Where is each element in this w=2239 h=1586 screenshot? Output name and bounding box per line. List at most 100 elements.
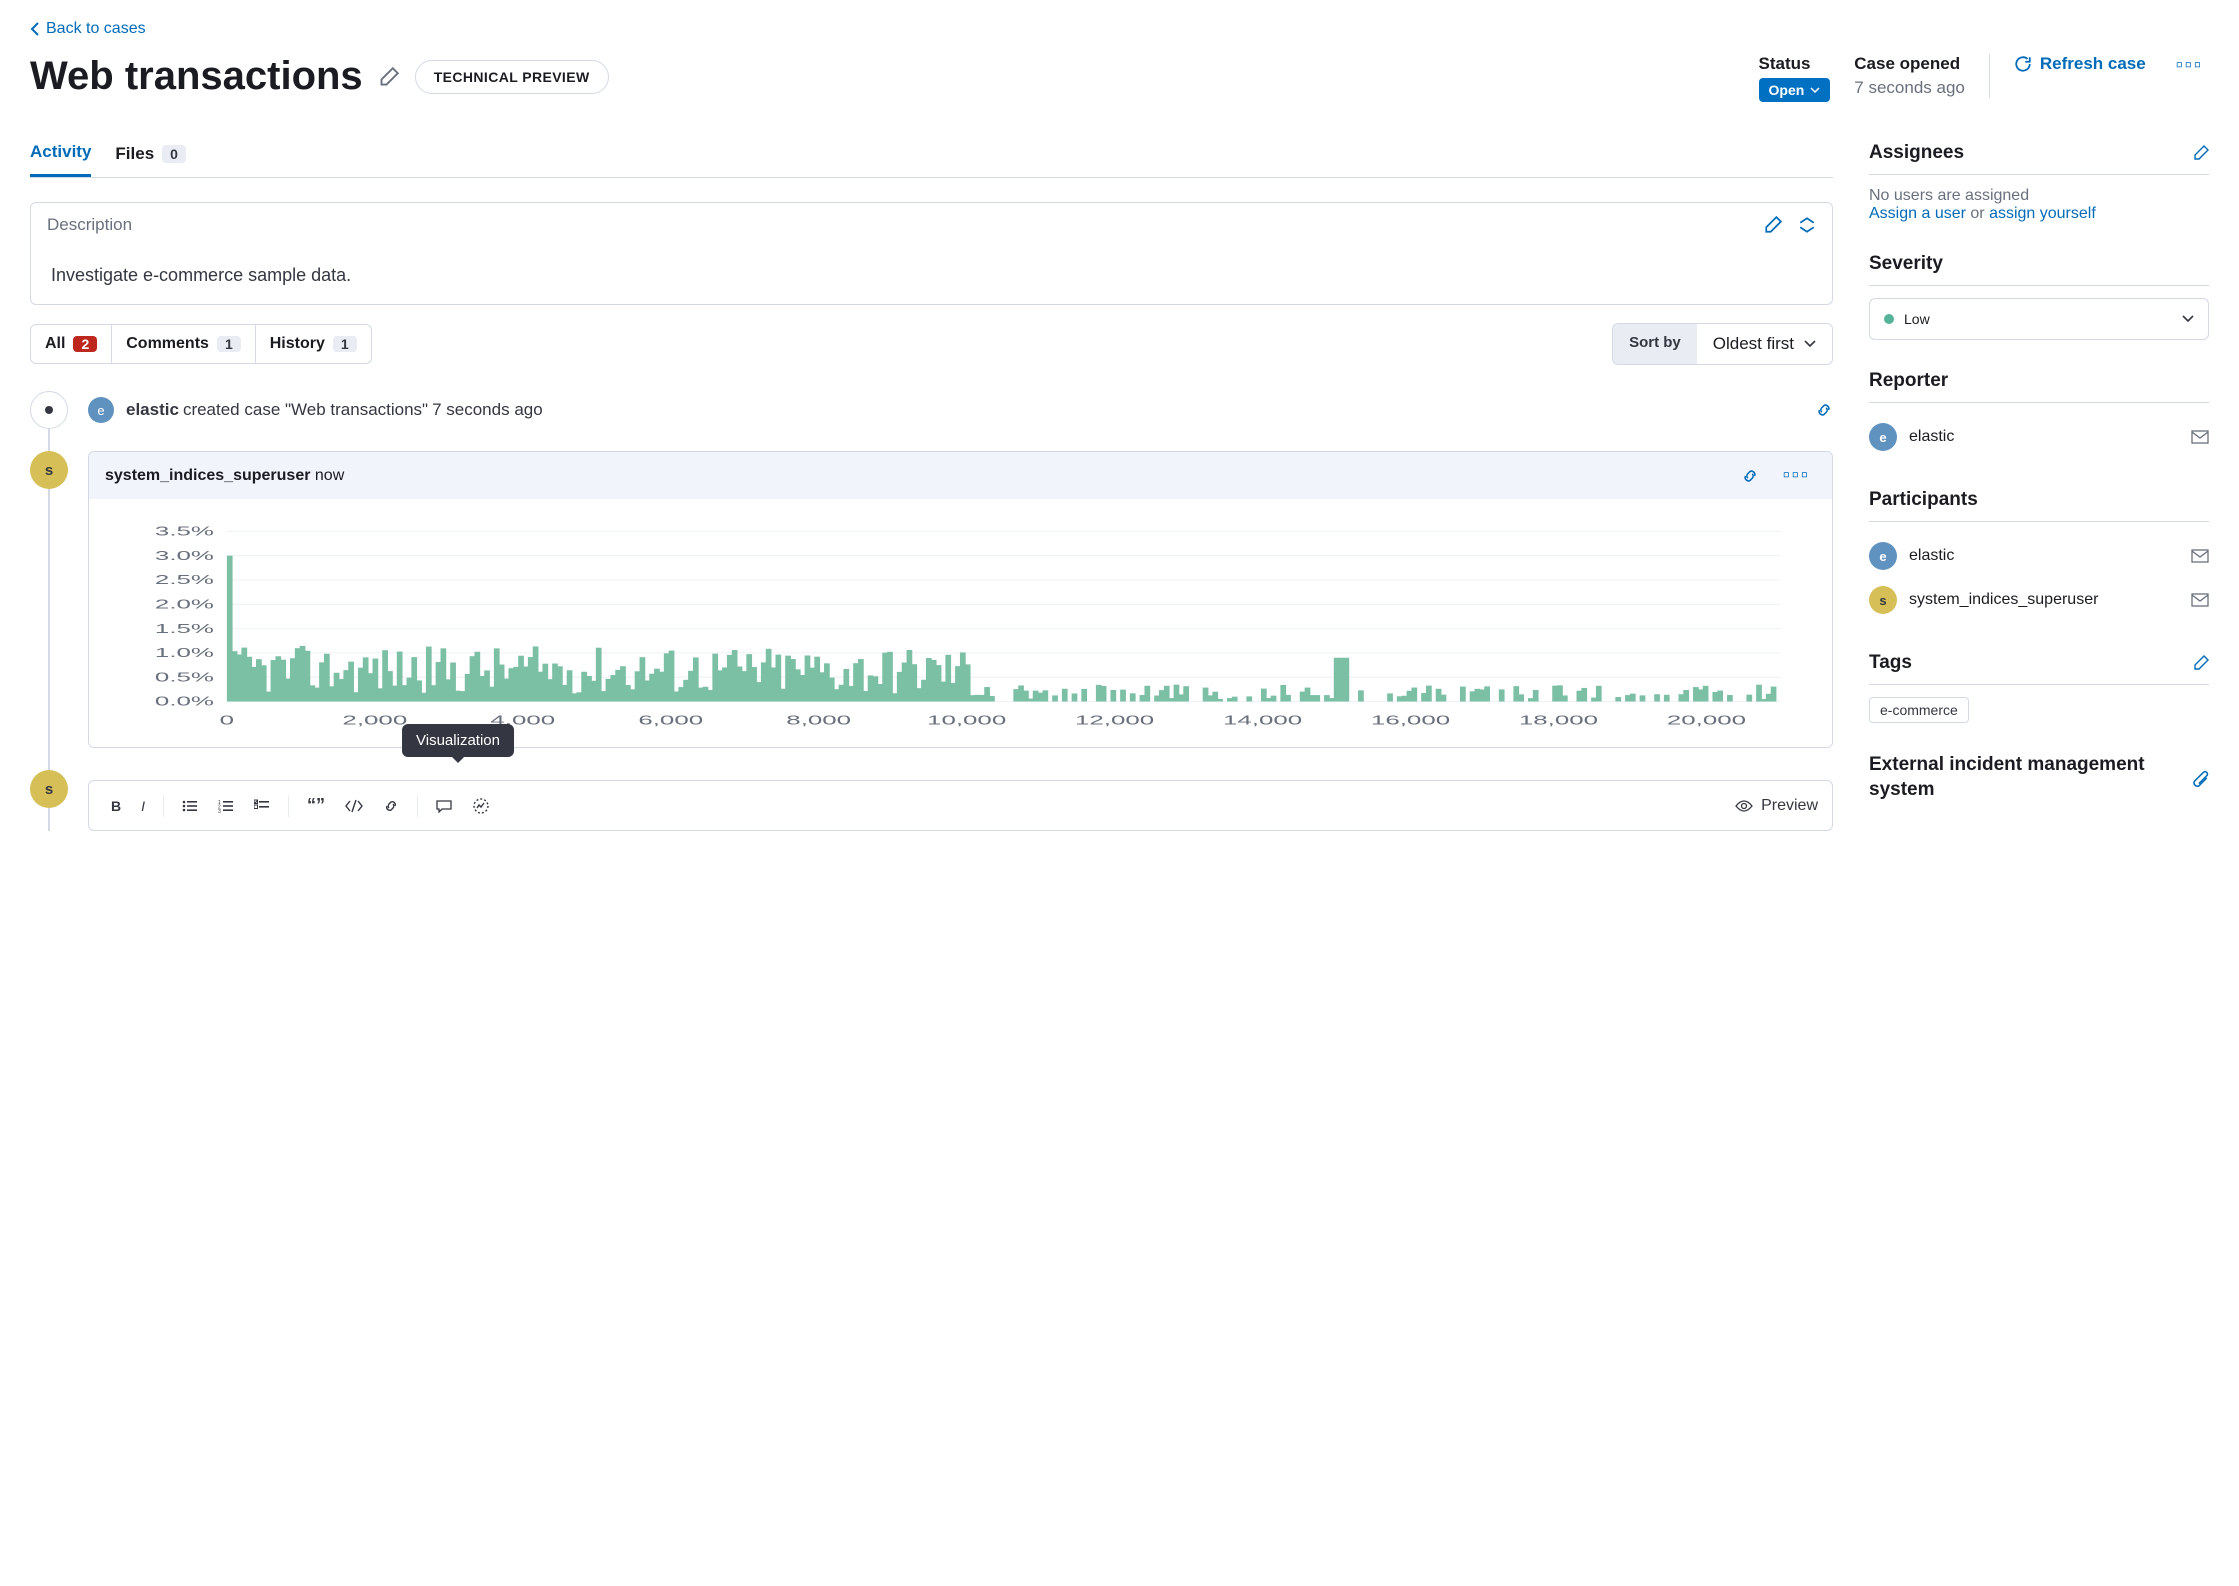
link-button[interactable]	[375, 794, 407, 818]
filter-comments-label: Comments	[126, 335, 209, 353]
toolbar-separator	[163, 795, 164, 817]
user-avatar-system: s	[30, 770, 68, 808]
chart-container: 0.0%0.5%1.0%1.5%2.0%2.5%3.0%3.5%02,0004,…	[89, 499, 1832, 747]
severity-heading: Severity	[1869, 253, 1943, 275]
filter-history-label: History	[270, 335, 325, 353]
back-to-cases-link[interactable]: Back to cases	[30, 20, 146, 38]
chevron-down-icon	[2182, 315, 2194, 323]
assignees-heading: Assignees	[1869, 142, 1964, 164]
user-avatar-system: s	[1869, 586, 1897, 614]
user-avatar-elastic: e	[88, 397, 114, 423]
ordered-list-button[interactable]: 123	[210, 795, 242, 817]
bold-button[interactable]: B	[103, 794, 129, 818]
svg-text:2.0%: 2.0%	[155, 598, 214, 612]
reporter-heading: Reporter	[1869, 370, 1948, 392]
header-divider	[1989, 54, 1990, 98]
participant-row: s system_indices_superuser	[1869, 578, 2209, 622]
italic-button[interactable]: I	[133, 794, 153, 818]
mail-icon[interactable]	[2191, 549, 2209, 563]
comment-header: system_indices_superuser now	[105, 467, 344, 485]
edit-description-icon[interactable]	[1764, 216, 1782, 234]
preview-button[interactable]: Preview	[1735, 797, 1818, 815]
refresh-icon	[2014, 55, 2032, 73]
edit-tags-icon[interactable]	[2193, 655, 2209, 671]
code-button[interactable]	[337, 795, 371, 817]
svg-text:10,000: 10,000	[927, 714, 1006, 728]
svg-text:12,000: 12,000	[1075, 714, 1154, 728]
mail-icon[interactable]	[2191, 430, 2209, 444]
svg-text:0.5%: 0.5%	[155, 671, 214, 685]
filter-comments-button[interactable]: Comments 1	[112, 325, 255, 363]
bullet-list-button[interactable]	[174, 795, 206, 817]
more-actions-icon[interactable]: ▫▫▫	[2170, 54, 2209, 77]
tab-files-label: Files	[115, 144, 154, 164]
event-action: created case "Web transactions"	[183, 400, 428, 420]
comment-editor-toolbar: B I 123 “”	[88, 780, 1833, 831]
tab-files-count: 0	[162, 145, 186, 163]
tab-files[interactable]: Files 0	[115, 142, 186, 177]
svg-text:6,000: 6,000	[638, 714, 703, 728]
svg-text:20,000: 20,000	[1667, 714, 1746, 728]
svg-text:1.5%: 1.5%	[155, 622, 214, 636]
sort-value: Oldest first	[1713, 334, 1794, 354]
assignees-empty-text: No users are assigned	[1869, 187, 2209, 205]
severity-dot-icon	[1884, 314, 1894, 324]
filter-all-count: 2	[73, 336, 97, 352]
assign-user-link[interactable]: Assign a user	[1869, 205, 1966, 222]
sort-dropdown[interactable]: Sort by Oldest first	[1612, 323, 1833, 365]
sort-label: Sort by	[1613, 324, 1697, 364]
refresh-case-text: Refresh case	[2040, 54, 2146, 74]
severity-dropdown[interactable]: Low	[1869, 298, 2209, 340]
filter-comments-count: 1	[217, 336, 241, 352]
event-user: elastic	[126, 400, 179, 420]
edit-assignees-icon[interactable]	[2193, 145, 2209, 161]
collapse-description-icon[interactable]	[1798, 216, 1816, 234]
eye-icon	[1735, 799, 1753, 813]
mail-icon[interactable]	[2191, 593, 2209, 607]
page-title: Web transactions	[30, 54, 363, 99]
filter-history-button[interactable]: History 1	[256, 325, 371, 363]
checklist-button[interactable]	[246, 795, 278, 817]
external-heading: External incident management system	[1869, 753, 2191, 802]
histogram-chart: 0.0%0.5%1.0%1.5%2.0%2.5%3.0%3.5%02,0004,…	[119, 523, 1802, 733]
svg-text:3: 3	[218, 809, 221, 813]
comment-time: now	[310, 467, 344, 484]
svg-text:18,000: 18,000	[1519, 714, 1598, 728]
filter-history-count: 1	[333, 336, 357, 352]
technical-preview-badge: TECHNICAL PREVIEW	[415, 60, 609, 94]
description-label: Description	[47, 215, 132, 235]
refresh-case-button[interactable]: Refresh case	[2014, 54, 2146, 74]
chevron-down-icon	[1810, 87, 1820, 93]
quote-button[interactable]: “”	[299, 791, 333, 820]
tab-activity[interactable]: Activity	[30, 142, 91, 177]
comment-more-icon[interactable]: ▫▫▫	[1777, 464, 1816, 487]
chevron-down-icon	[1804, 340, 1816, 348]
attach-external-icon[interactable]	[2191, 769, 2209, 787]
assign-yourself-link[interactable]: assign yourself	[1989, 205, 2096, 222]
comment-link-icon[interactable]	[1741, 467, 1759, 485]
svg-text:2,000: 2,000	[342, 714, 407, 728]
filter-all-label: All	[45, 335, 65, 353]
tag-item[interactable]: e-commerce	[1869, 697, 1969, 723]
event-time: 7 seconds ago	[432, 400, 543, 420]
edit-title-icon[interactable]	[379, 67, 399, 87]
svg-text:0.0%: 0.0%	[155, 695, 214, 709]
timeline-comment: s system_indices_superuser now ▫▫▫	[30, 451, 1833, 748]
visualization-tooltip: Visualization	[402, 724, 514, 757]
participant-name: system_indices_superuser	[1909, 591, 2098, 609]
svg-text:14,000: 14,000	[1223, 714, 1302, 728]
status-dropdown[interactable]: Open	[1759, 78, 1831, 102]
participant-name: elastic	[1909, 547, 1954, 565]
severity-value: Low	[1904, 311, 1930, 327]
timeline-event-text: e elastic created case "Web transactions…	[88, 397, 543, 423]
svg-text:3.0%: 3.0%	[155, 549, 214, 563]
opened-label: Case opened	[1854, 54, 1965, 74]
visualization-button[interactable]	[464, 793, 498, 819]
chevron-left-icon	[30, 22, 40, 36]
toolbar-separator	[288, 795, 289, 817]
comment-user: system_indices_superuser	[105, 467, 310, 484]
timeline-editor: s Visualization B I 123 “”	[30, 770, 1833, 831]
filter-all-button[interactable]: All 2	[31, 325, 112, 363]
comment-button[interactable]	[428, 795, 460, 817]
copy-link-icon[interactable]	[1815, 401, 1833, 419]
